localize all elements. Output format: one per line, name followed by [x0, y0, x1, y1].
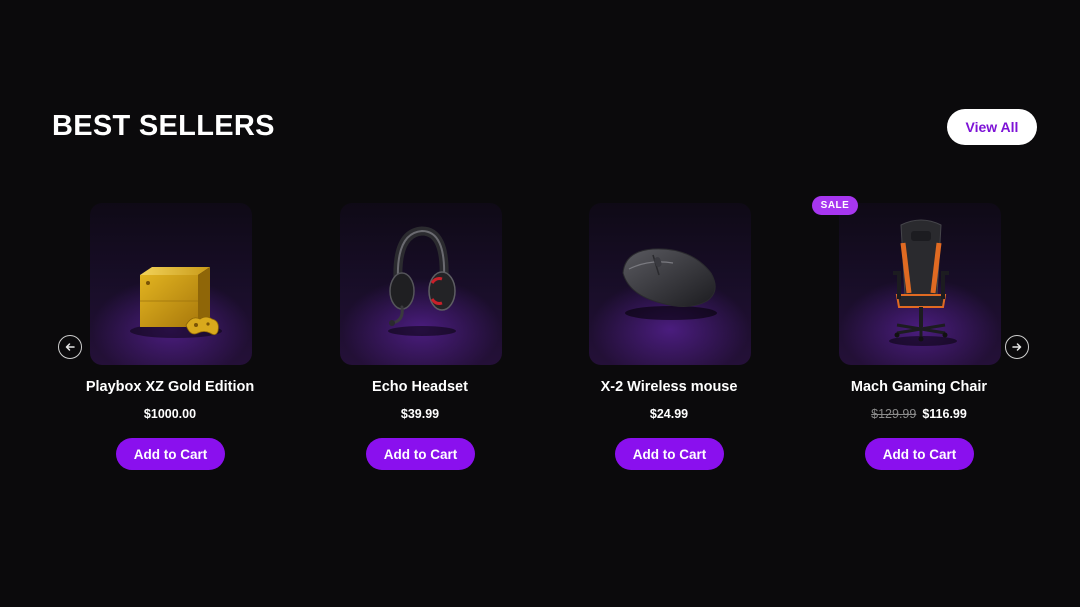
gaming-chair-image: [889, 219, 957, 346]
product-image-headset[interactable]: [340, 203, 502, 365]
product-price-row: $129.99 $116.99: [799, 407, 1039, 421]
product-price: $24.99: [649, 407, 689, 421]
product-old-price: $129.99: [871, 407, 917, 421]
product-name[interactable]: Playbox XZ Gold Edition: [50, 379, 290, 395]
product-card: Playbox XZ Gold Edition $1000.00 Add to …: [50, 202, 290, 482]
product-card: X-2 Wireless mouse $24.99 Add to Cart: [549, 202, 789, 482]
product-image-gaming-chair[interactable]: [839, 203, 1001, 365]
add-to-cart-button[interactable]: Add to Cart: [865, 438, 974, 470]
product-price: $1000.00: [143, 407, 197, 421]
add-to-cart-button[interactable]: Add to Cart: [116, 438, 225, 470]
product-name[interactable]: Echo Headset: [300, 379, 540, 395]
product-price-row: $39.99: [300, 407, 540, 421]
add-to-cart-button[interactable]: Add to Cart: [366, 438, 475, 470]
product-name[interactable]: X-2 Wireless mouse: [549, 379, 789, 395]
arrow-right-icon: [1012, 343, 1022, 351]
product-image-mouse[interactable]: [589, 203, 751, 365]
product-price: $116.99: [922, 407, 967, 421]
carousel-next-button[interactable]: [1005, 335, 1029, 359]
headset-image: [388, 226, 456, 336]
product-image-gold-console[interactable]: [90, 203, 252, 365]
product-price-row: $24.99: [549, 407, 789, 421]
gold-console-image: [130, 267, 222, 338]
product-price: $39.99: [400, 407, 440, 421]
product-card: Echo Headset $39.99 Add to Cart: [300, 202, 540, 482]
product-price-row: $1000.00: [50, 407, 290, 421]
section-title: BEST SELLERS: [52, 110, 275, 142]
product-name[interactable]: Mach Gaming Chair: [799, 379, 1039, 395]
view-all-button[interactable]: View All: [947, 109, 1037, 145]
mouse-image: [622, 248, 717, 320]
add-to-cart-button[interactable]: Add to Cart: [615, 438, 724, 470]
sale-badge: SALE: [812, 196, 858, 215]
product-card: Mach Gaming Chair $129.99 $116.99 Add to …: [799, 202, 1039, 482]
